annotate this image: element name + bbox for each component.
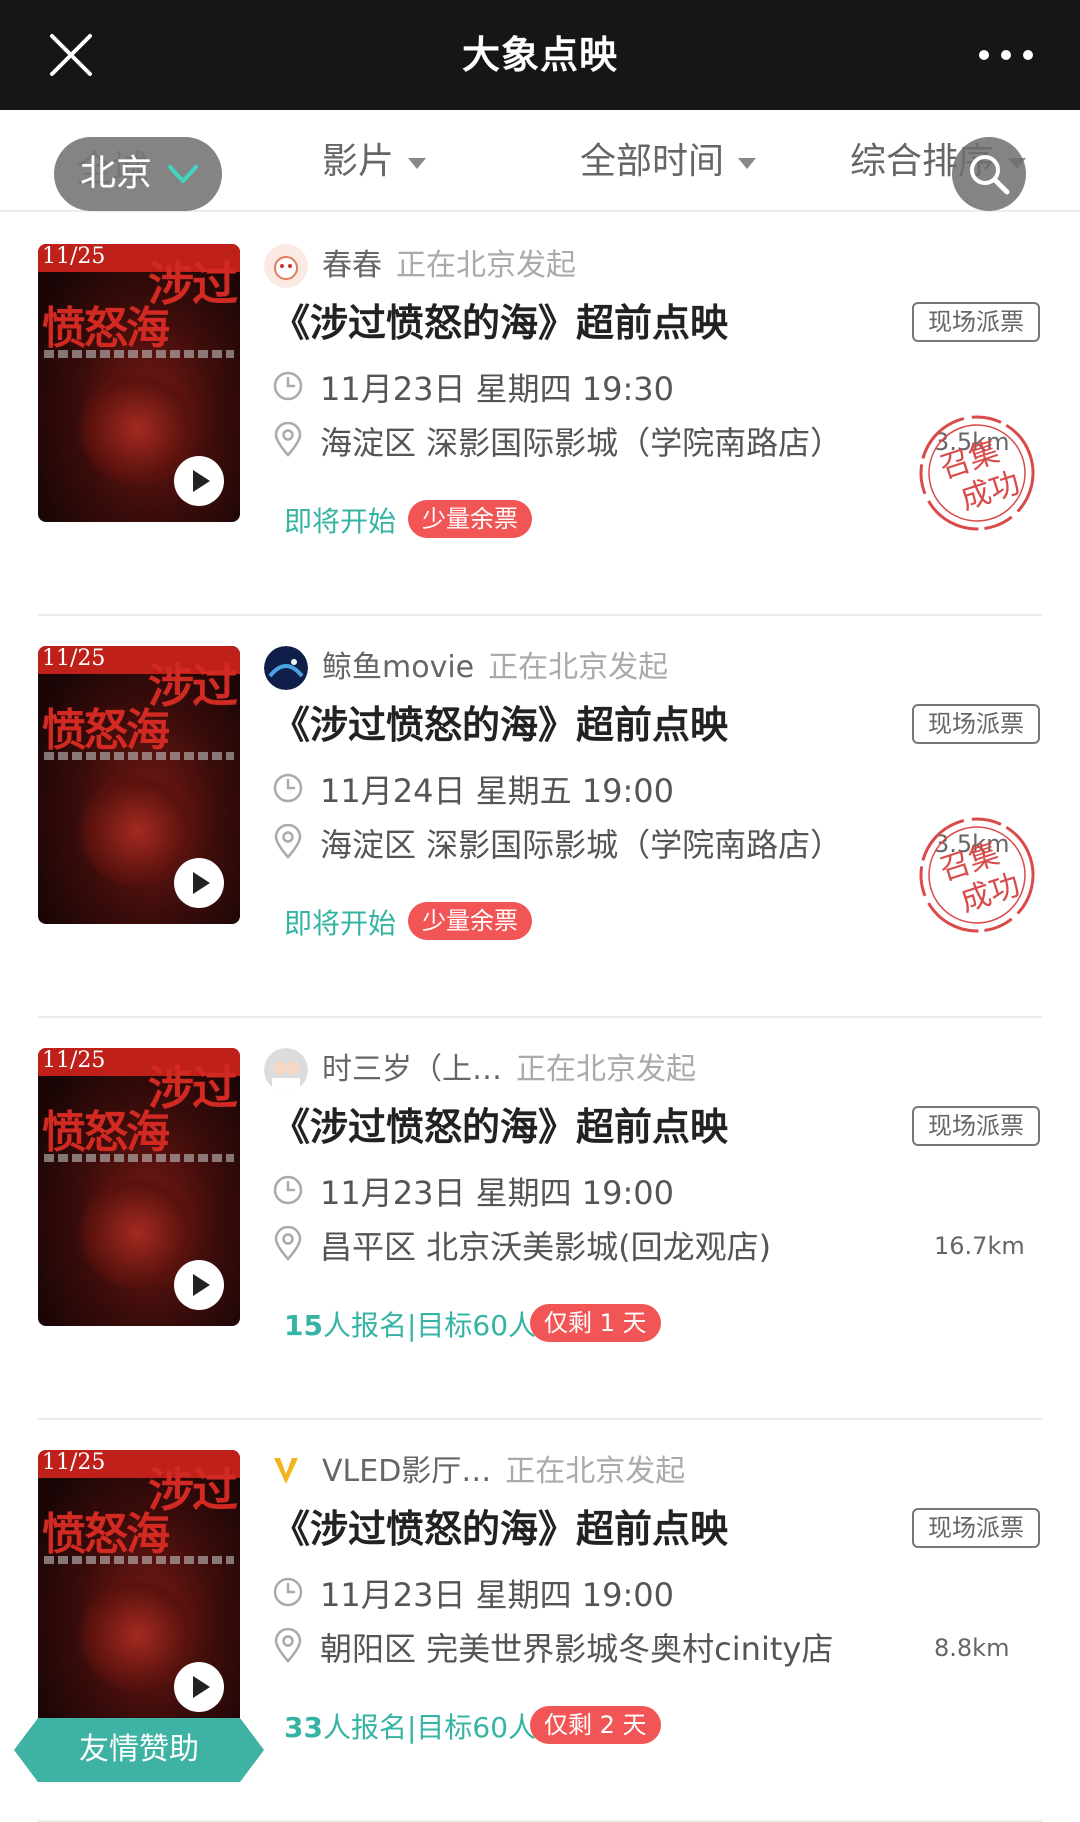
poster-title-bottom: 愤怒海 bbox=[42, 1509, 170, 1560]
organizer-name: 鲸鱼movie bbox=[322, 650, 475, 685]
poster-title-bottom: 愤怒海 bbox=[42, 1107, 170, 1158]
event-datetime: 11月23日 星期四 19:00 bbox=[320, 1174, 675, 1212]
poster-title-bottom: 愤怒海 bbox=[42, 705, 170, 756]
poster-thumbnail[interactable]: 11/25 涉过 愤怒海 bbox=[38, 1048, 240, 1326]
event-datetime: 11月23日 星期四 19:00 bbox=[320, 1576, 675, 1614]
organizer-avatar bbox=[264, 1450, 308, 1494]
more-icon[interactable] bbox=[976, 40, 1036, 70]
organizer-name: VLED影厅… bbox=[322, 1454, 492, 1489]
organizer-avatar bbox=[264, 244, 308, 288]
event-venue: 海淀区 深影国际影城（学院南路店） bbox=[320, 424, 843, 462]
organizer-avatar bbox=[264, 646, 308, 690]
play-icon[interactable] bbox=[174, 456, 224, 506]
play-icon[interactable] bbox=[174, 858, 224, 908]
event-card[interactable]: 11/25 涉过 愤怒海 春春 正在北京发起 《涉过愤怒的海》超前点映 现场派票 … bbox=[0, 214, 1080, 616]
event-card[interactable]: 11/25 涉过 愤怒海 鲸鱼movie 正在北京发起 《涉过愤怒的海》超前点映 … bbox=[0, 616, 1080, 1018]
search-icon bbox=[970, 155, 1010, 195]
ticket-badge: 少量余票 bbox=[408, 500, 532, 538]
film-filter[interactable]: 影片 bbox=[322, 110, 427, 210]
poster-subtitle-line bbox=[44, 1556, 234, 1564]
clock-icon bbox=[272, 370, 304, 406]
top-bar: 大象点映 bbox=[0, 0, 1080, 110]
ticket-type-tag: 现场派票 bbox=[912, 704, 1040, 744]
days-left-badge: 仅剩 1 天 bbox=[530, 1304, 661, 1342]
caret-down-icon bbox=[738, 157, 757, 169]
ticket-type-tag: 现场派票 bbox=[912, 1106, 1040, 1146]
signup-count: 15 bbox=[284, 1309, 323, 1342]
poster-subtitle-line bbox=[44, 1154, 234, 1162]
organizer-location: 正在北京发起 bbox=[396, 248, 576, 283]
event-title[interactable]: 《涉过愤怒的海》超前点映 bbox=[272, 694, 728, 749]
event-title[interactable]: 《涉过愤怒的海》超前点映 bbox=[272, 1096, 728, 1151]
success-stamp: 召集 成功 bbox=[914, 812, 1040, 938]
event-status: 即将开始 bbox=[284, 907, 397, 940]
organizer-line: VLED影厅… 正在北京发起 bbox=[322, 1446, 685, 1490]
poster-thumbnail[interactable]: 11/25 涉过 愤怒海 bbox=[38, 244, 240, 522]
ticket-type-tag: 现场派票 bbox=[912, 1508, 1040, 1548]
poster-subtitle-line bbox=[44, 752, 234, 760]
organizer-location: 正在北京发起 bbox=[488, 650, 669, 685]
play-icon[interactable] bbox=[174, 1260, 224, 1310]
page-title: 大象点映 bbox=[461, 33, 618, 77]
event-title[interactable]: 《涉过愤怒的海》超前点映 bbox=[272, 1498, 728, 1553]
location-pin-icon bbox=[272, 1627, 304, 1668]
event-datetime: 11月23日 星期四 19:30 bbox=[320, 370, 675, 408]
location-pin-icon bbox=[272, 823, 304, 864]
venue-distance: 16.7km bbox=[934, 1232, 1025, 1260]
city-selected-label: 北京 bbox=[80, 153, 153, 194]
sponsor-ribbon: 友情赞助 bbox=[14, 1718, 264, 1782]
city-selector[interactable]: 北京 bbox=[54, 137, 222, 211]
location-pin-icon bbox=[272, 1225, 304, 1266]
film-filter-label: 影片 bbox=[322, 141, 395, 182]
poster-date: 11/25 bbox=[42, 1048, 106, 1073]
caret-down-icon bbox=[408, 157, 427, 169]
poster-thumbnail[interactable]: 11/25 涉过 愤怒海 bbox=[38, 1450, 240, 1728]
signup-progress: 15人报名|目标60人 bbox=[284, 1304, 536, 1344]
event-title[interactable]: 《涉过愤怒的海》超前点映 bbox=[272, 292, 728, 347]
venue-distance: 8.8km bbox=[934, 1634, 1010, 1662]
clock-icon bbox=[272, 772, 304, 808]
poster-thumbnail[interactable]: 11/25 涉过 愤怒海 bbox=[38, 646, 240, 924]
ticket-type-tag: 现场派票 bbox=[912, 302, 1040, 342]
time-filter-label: 全部时间 bbox=[580, 141, 725, 182]
signup-count: 33 bbox=[284, 1711, 323, 1744]
signup-target: 人报名|目标60人 bbox=[322, 1711, 537, 1744]
organizer-line: 时三岁（上… 正在北京发起 bbox=[322, 1044, 696, 1088]
organizer-location: 正在北京发起 bbox=[516, 1052, 696, 1087]
event-venue: 海淀区 深影国际影城（学院南路店） bbox=[320, 826, 843, 864]
search-button[interactable] bbox=[952, 137, 1026, 211]
success-stamp: 召集 成功 bbox=[914, 410, 1040, 536]
organizer-line: 春春 正在北京发起 bbox=[322, 240, 576, 284]
organizer-line: 鲸鱼movie 正在北京发起 bbox=[322, 642, 668, 686]
days-left-badge: 仅剩 2 天 bbox=[530, 1706, 661, 1744]
poster-subtitle-line bbox=[44, 350, 234, 358]
event-datetime: 11月24日 星期五 19:00 bbox=[320, 772, 675, 810]
event-venue: 朝阳区 完美世界影城冬奥村cinity店 bbox=[320, 1630, 834, 1668]
poster-date: 11/25 bbox=[42, 244, 106, 269]
poster-title-bottom: 愤怒海 bbox=[42, 303, 170, 354]
poster-date: 11/25 bbox=[42, 646, 106, 671]
organizer-avatar bbox=[264, 1048, 308, 1092]
clock-icon bbox=[272, 1576, 304, 1612]
play-icon[interactable] bbox=[174, 1662, 224, 1712]
signup-progress: 33人报名|目标60人 bbox=[284, 1706, 536, 1746]
location-pin-icon bbox=[272, 421, 304, 462]
organizer-name: 时三岁（上… bbox=[322, 1052, 502, 1087]
event-status: 即将开始 bbox=[284, 505, 397, 538]
organizer-name: 春春 bbox=[322, 248, 382, 283]
chevron-down-icon bbox=[168, 165, 198, 183]
poster-date: 11/25 bbox=[42, 1450, 106, 1475]
event-card[interactable]: 11/25 涉过 愤怒海 时三岁（上… 正在北京发起 《涉过愤怒的海》超前点映 现… bbox=[0, 1018, 1080, 1420]
ticket-badge: 少量余票 bbox=[408, 902, 532, 940]
organizer-location: 正在北京发起 bbox=[505, 1454, 686, 1489]
time-filter[interactable]: 全部时间 bbox=[580, 110, 757, 210]
clock-icon bbox=[272, 1174, 304, 1210]
event-venue: 昌平区 北京沃美影城(回龙观店) bbox=[320, 1228, 772, 1266]
signup-target: 人报名|目标60人 bbox=[322, 1309, 537, 1342]
